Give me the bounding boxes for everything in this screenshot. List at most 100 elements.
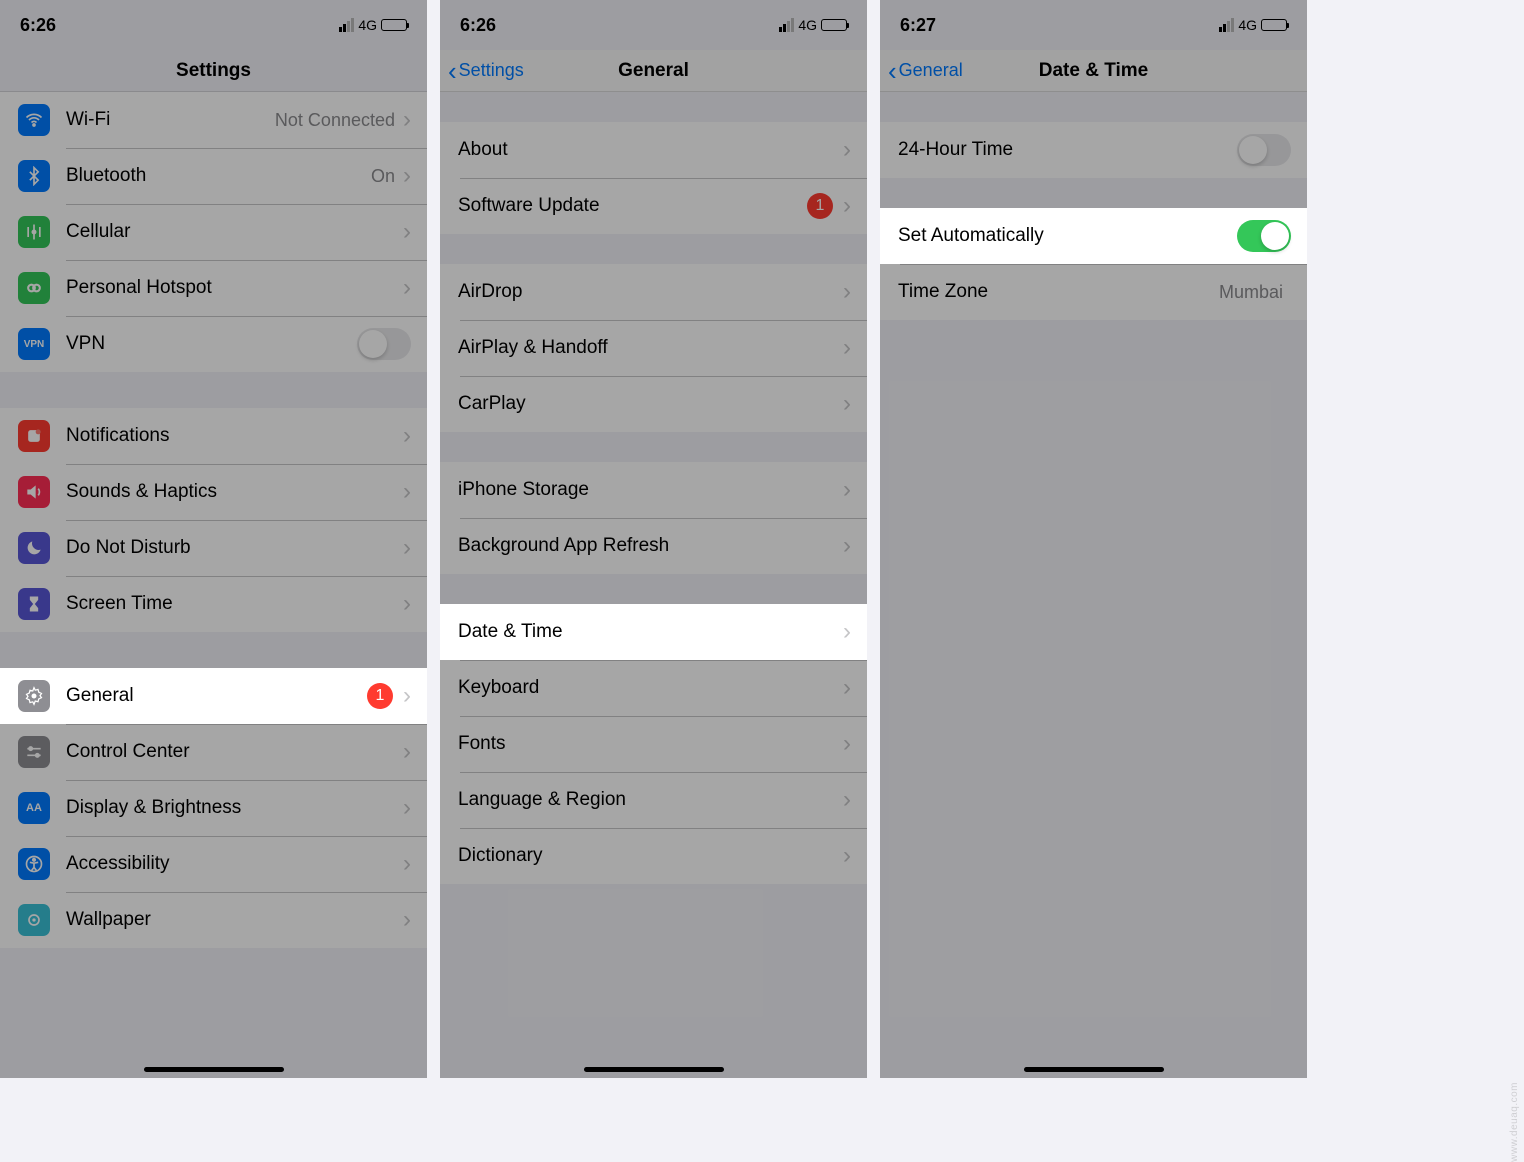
nav-title: General: [618, 60, 689, 82]
row-label: Notifications: [66, 425, 403, 447]
row-accessibility[interactable]: Accessibility ›: [0, 836, 427, 892]
row-language[interactable]: Language & Region ›: [440, 772, 867, 828]
chevron-left-icon: ‹: [448, 58, 457, 84]
row-label: Language & Region: [458, 789, 843, 811]
status-bar: 6:26 4G: [440, 0, 867, 50]
section-gap: [440, 432, 867, 462]
row-label: AirPlay & Handoff: [458, 337, 843, 359]
nav-bar: ‹ Settings General: [440, 50, 867, 92]
row-label: Date & Time: [458, 621, 843, 643]
row-label: Display & Brightness: [66, 797, 403, 819]
chevron-right-icon: ›: [403, 276, 411, 300]
cellular-icon: [18, 216, 50, 248]
row-notifications[interactable]: Notifications ›: [0, 408, 427, 464]
signal-icon: [1219, 18, 1234, 32]
chevron-right-icon: ›: [843, 534, 851, 558]
row-vpn[interactable]: VPN VPN: [0, 316, 427, 372]
row-24h[interactable]: 24-Hour Time: [880, 122, 1307, 178]
home-indicator[interactable]: [584, 1067, 724, 1072]
vpn-toggle[interactable]: [357, 328, 411, 360]
section-24h: 24-Hour Time: [880, 122, 1307, 178]
toggle-auto[interactable]: [1237, 220, 1291, 252]
row-sounds[interactable]: Sounds & Haptics ›: [0, 464, 427, 520]
row-label: AirDrop: [458, 281, 843, 303]
status-right: 4G: [1219, 17, 1287, 33]
row-label: Do Not Disturb: [66, 537, 403, 559]
chevron-right-icon: ›: [403, 796, 411, 820]
section-auto: Set Automatically Time Zone Mumbai: [880, 208, 1307, 320]
section-about: About › Software Update 1 ›: [440, 122, 867, 234]
row-set-automatically[interactable]: Set Automatically: [880, 208, 1307, 264]
moon-icon: [18, 532, 50, 564]
row-cellular[interactable]: Cellular ›: [0, 204, 427, 260]
row-storage[interactable]: iPhone Storage ›: [440, 462, 867, 518]
chevron-right-icon: ›: [843, 788, 851, 812]
row-date-time[interactable]: Date & Time ›: [440, 604, 867, 660]
row-dnd[interactable]: Do Not Disturb ›: [0, 520, 427, 576]
row-display[interactable]: AA Display & Brightness ›: [0, 780, 427, 836]
row-about[interactable]: About ›: [440, 122, 867, 178]
vpn-icon: VPN: [18, 328, 50, 360]
row-label: Dictionary: [458, 845, 843, 867]
battery-icon: [1261, 19, 1287, 31]
chevron-right-icon: ›: [843, 478, 851, 502]
chevron-right-icon: ›: [403, 592, 411, 616]
row-background-refresh[interactable]: Background App Refresh ›: [440, 518, 867, 574]
chevron-right-icon: ›: [403, 684, 411, 708]
row-keyboard[interactable]: Keyboard ›: [440, 660, 867, 716]
row-value: Mumbai: [1219, 282, 1283, 303]
gear-icon: [18, 680, 50, 712]
row-bluetooth[interactable]: Bluetooth On ›: [0, 148, 427, 204]
row-hotspot[interactable]: Personal Hotspot ›: [0, 260, 427, 316]
section-gap: [440, 574, 867, 604]
chevron-right-icon: ›: [403, 740, 411, 764]
row-airdrop[interactable]: AirDrop ›: [440, 264, 867, 320]
chevron-right-icon: ›: [843, 620, 851, 644]
section-gap: [0, 632, 427, 668]
row-wifi[interactable]: Wi-Fi Not Connected ›: [0, 92, 427, 148]
back-button[interactable]: ‹ Settings: [448, 58, 524, 84]
row-label: 24-Hour Time: [898, 139, 1237, 161]
row-wallpaper[interactable]: Wallpaper ›: [0, 892, 427, 948]
row-carplay[interactable]: CarPlay ›: [440, 376, 867, 432]
home-indicator[interactable]: [144, 1067, 284, 1072]
screen-date-time: 6:27 4G ‹ General Date & Time 24-Hour Ti…: [880, 0, 1307, 1078]
section-airdrop: AirDrop › AirPlay & Handoff › CarPlay ›: [440, 264, 867, 432]
chevron-right-icon: ›: [843, 732, 851, 756]
row-screentime[interactable]: Screen Time ›: [0, 576, 427, 632]
signal-icon: [339, 18, 354, 32]
nav-title: Settings: [176, 60, 251, 82]
chevron-right-icon: ›: [403, 108, 411, 132]
row-fonts[interactable]: Fonts ›: [440, 716, 867, 772]
status-time: 6:26: [20, 15, 56, 36]
chevron-right-icon: ›: [403, 852, 411, 876]
badge: 1: [367, 683, 393, 709]
back-button[interactable]: ‹ General: [888, 58, 963, 84]
row-value: Not Connected: [275, 110, 395, 131]
screen-general: 6:26 4G ‹ Settings General About › Softw…: [440, 0, 867, 1078]
row-dictionary[interactable]: Dictionary ›: [440, 828, 867, 884]
row-general[interactable]: General 1 ›: [0, 668, 427, 724]
chevron-right-icon: ›: [843, 194, 851, 218]
row-label: Background App Refresh: [458, 535, 843, 557]
toggle-24h[interactable]: [1237, 134, 1291, 166]
home-indicator[interactable]: [1024, 1067, 1164, 1072]
status-time: 6:27: [900, 15, 936, 36]
row-airplay[interactable]: AirPlay & Handoff ›: [440, 320, 867, 376]
row-label: Sounds & Haptics: [66, 481, 403, 503]
row-label: Fonts: [458, 733, 843, 755]
hourglass-icon: [18, 588, 50, 620]
status-right: 4G: [779, 17, 847, 33]
chevron-right-icon: ›: [403, 908, 411, 932]
row-timezone[interactable]: Time Zone Mumbai: [880, 264, 1307, 320]
row-control-center[interactable]: Control Center ›: [0, 724, 427, 780]
row-label: General: [66, 685, 367, 707]
row-label: Cellular: [66, 221, 403, 243]
chevron-right-icon: ›: [403, 536, 411, 560]
bluetooth-icon: [18, 160, 50, 192]
row-label: Set Automatically: [898, 225, 1237, 247]
status-right: 4G: [339, 17, 407, 33]
row-software-update[interactable]: Software Update 1 ›: [440, 178, 867, 234]
section-general: General 1 › Control Center › AA Display …: [0, 668, 427, 948]
signal-icon: [779, 18, 794, 32]
